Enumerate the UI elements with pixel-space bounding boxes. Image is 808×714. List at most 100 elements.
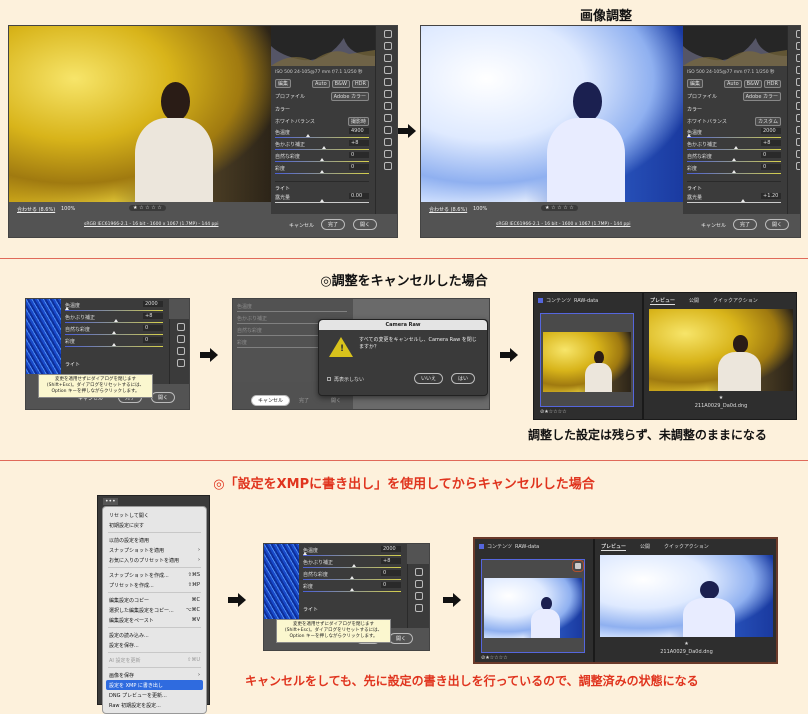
zoom-icon[interactable] <box>383 126 392 134</box>
slider-track[interactable] <box>303 567 401 568</box>
red-eye-icon[interactable] <box>383 66 392 74</box>
preset-icon[interactable] <box>383 102 392 110</box>
menu-item[interactable]: Raw 初期設定を設定... <box>103 700 206 710</box>
heal-icon[interactable] <box>414 592 423 600</box>
slider-handle[interactable] <box>350 588 354 591</box>
file-info-link[interactable]: sRGB IEC61966-2.1 - 16 bit - 1600 x 1067… <box>84 222 218 227</box>
rating[interactable]: ⊘★☆☆☆☆ <box>481 655 508 661</box>
zoom-icon[interactable] <box>795 126 800 134</box>
light-section-header[interactable]: ライト <box>687 181 781 192</box>
mask-icon[interactable] <box>795 78 800 86</box>
heal-icon[interactable] <box>176 347 185 355</box>
slider-1[interactable]: 色かぶり補正 +8 <box>65 313 163 323</box>
edit-icon[interactable] <box>176 323 185 331</box>
slider-value-field[interactable]: +1.20 <box>761 193 781 199</box>
menu-item[interactable]: お気に入りのプリセットを適用 › <box>103 555 206 565</box>
slider-handle[interactable] <box>351 564 356 567</box>
slider-handle[interactable] <box>732 158 736 161</box>
slider-1[interactable]: 色かぶり補正 +8 <box>687 140 781 150</box>
grid-icon[interactable] <box>795 162 800 170</box>
red-eye-icon[interactable] <box>795 66 800 74</box>
publish-tab[interactable]: 公開 <box>689 297 699 305</box>
slider-2[interactable]: 自然な彩度 0 <box>303 570 401 580</box>
slider-value-field[interactable]: 2000 <box>143 301 163 307</box>
light-section-header[interactable]: ライト <box>65 361 163 368</box>
done-button[interactable]: 完了 <box>733 219 758 230</box>
slider-handle[interactable] <box>302 552 307 555</box>
slider-2[interactable]: 自然な彩度 0 <box>687 152 781 162</box>
auto-button[interactable]: Auto <box>312 79 330 88</box>
crop-icon[interactable] <box>383 42 392 50</box>
menu-item[interactable]: 画像を保存 › <box>103 670 206 680</box>
slider-2[interactable]: 自然な彩度 0 <box>275 152 369 162</box>
slider-value-field[interactable]: +8 <box>349 140 369 146</box>
file-info-link[interactable]: sRGB IEC61966-2.1 - 16 bit - 1600 x 1067… <box>496 222 630 227</box>
slider-0[interactable]: 色温度 2000 <box>64 301 163 311</box>
preview-tab[interactable]: プレビュー <box>650 297 676 305</box>
slider-track[interactable] <box>303 579 401 580</box>
slider-0[interactable]: 色温度 2000 <box>302 546 401 556</box>
menu-item[interactable]: 設定を保存... <box>103 640 206 650</box>
rating[interactable]: ⊘★☆☆☆☆ <box>540 409 567 415</box>
crop-icon[interactable] <box>176 335 185 343</box>
dont-show-again-checkbox[interactable] <box>327 377 331 381</box>
slider-3[interactable]: 彩度 0 <box>687 164 781 174</box>
slider-track[interactable] <box>687 149 781 150</box>
profile-dropdown[interactable]: Adobe カラー <box>330 92 369 101</box>
open-button[interactable]: 開く <box>765 219 790 230</box>
sampler-icon[interactable] <box>795 150 800 158</box>
slider-value-field[interactable]: 0 <box>143 337 163 343</box>
slider-track[interactable] <box>275 137 369 138</box>
slider-handle[interactable] <box>305 134 310 137</box>
done-button[interactable]: 完了 <box>299 397 309 404</box>
slider-track[interactable] <box>65 346 163 347</box>
slider-handle[interactable] <box>733 146 738 149</box>
slider-value-field[interactable]: 0 <box>349 152 369 158</box>
menu-item[interactable]: 初期設定に戻す <box>103 520 206 530</box>
slider-2[interactable]: 自然な彩度 0 <box>65 325 163 335</box>
slider-value-field[interactable]: 0 <box>761 164 781 170</box>
slider-3[interactable]: 彩度 0 <box>275 164 369 174</box>
slider-handle[interactable] <box>113 319 118 322</box>
open-button[interactable]: 開く <box>151 392 176 403</box>
more-icon[interactable] <box>383 114 392 122</box>
slider-track[interactable] <box>275 173 369 174</box>
preset-icon[interactable] <box>795 102 800 110</box>
slider-3[interactable]: 彩度 0 <box>303 582 401 592</box>
slider-track[interactable] <box>687 161 781 162</box>
slider-track[interactable] <box>65 334 163 335</box>
slider-track[interactable] <box>687 202 781 203</box>
publish-tab[interactable]: 公開 <box>640 543 650 551</box>
bw-button[interactable]: B&W <box>331 79 350 88</box>
slider-value-field[interactable]: 0 <box>381 570 401 576</box>
slider-handle[interactable] <box>321 146 326 149</box>
bw-button[interactable]: B&W <box>743 79 762 88</box>
slider-0[interactable]: 色温度 2000 <box>686 128 781 138</box>
slider-value-field[interactable]: 0.00 <box>349 193 369 199</box>
edit-icon[interactable] <box>795 30 800 38</box>
hand-icon[interactable] <box>795 138 800 146</box>
heal-icon[interactable] <box>383 54 392 62</box>
slider-value-field[interactable]: +8 <box>143 313 163 319</box>
slider-track[interactable] <box>65 310 163 311</box>
menu-item[interactable]: 編集設定のコピー ⌘C <box>103 595 206 605</box>
slider-handle[interactable] <box>320 170 324 173</box>
slider-handle[interactable] <box>320 158 324 161</box>
cancel-button[interactable]: キャンセル <box>251 395 291 406</box>
edit-icon[interactable] <box>383 30 392 38</box>
white-balance-dropdown[interactable]: カスタム <box>754 117 781 126</box>
slider-track[interactable] <box>65 322 163 323</box>
slider-1[interactable]: 色かぶり補正 +8 <box>275 140 369 150</box>
sampler-icon[interactable] <box>383 150 392 158</box>
auto-button[interactable]: Auto <box>724 79 742 88</box>
exposure-slider[interactable]: 露光量 0.00 <box>275 193 369 203</box>
cancel-button[interactable]: キャンセル <box>701 222 726 229</box>
preview-tab[interactable]: プレビュー <box>601 543 627 551</box>
slider-1[interactable]: 色かぶり補正 +8 <box>303 558 401 568</box>
more-options-button[interactable]: ••• <box>103 498 118 505</box>
grid-icon[interactable] <box>383 162 392 170</box>
slider-track[interactable] <box>303 591 401 592</box>
content-tab[interactable]: コンテンツ <box>546 297 571 304</box>
menu-item[interactable]: 以前の設定を適用 <box>103 535 206 545</box>
slider-value-field[interactable]: 2000 <box>761 128 781 134</box>
